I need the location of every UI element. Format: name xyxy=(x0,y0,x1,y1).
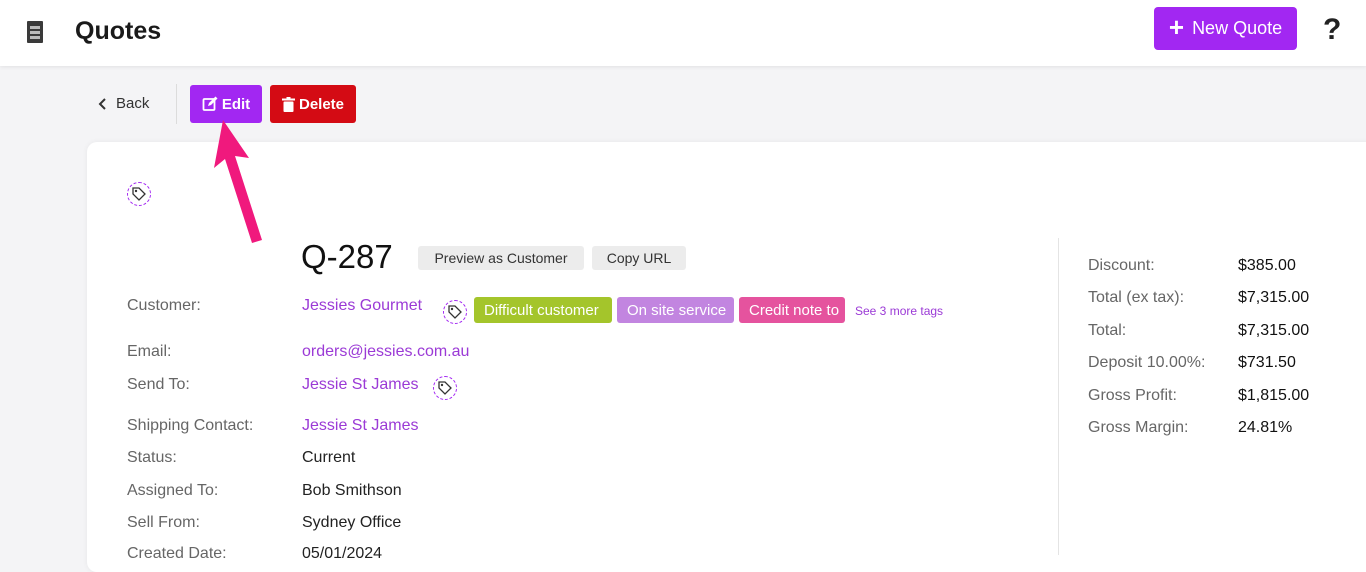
email-link[interactable]: orders@jessies.com.au xyxy=(302,343,469,361)
chevron-left-icon xyxy=(98,97,106,110)
send-to-label: Send To: xyxy=(127,376,190,393)
assigned-to-value: Bob Smithson xyxy=(302,482,402,499)
plus-icon: + xyxy=(1168,12,1185,42)
assigned-to-label: Assigned To: xyxy=(127,482,219,499)
new-quote-button[interactable]: + New Quote xyxy=(1154,7,1297,50)
shipping-contact-link[interactable]: Jessie St James xyxy=(302,417,418,435)
see-more-tags-link[interactable]: See 3 more tags xyxy=(855,304,943,318)
annotation-arrow-icon xyxy=(214,120,262,243)
toolbar-divider xyxy=(176,84,177,124)
total-label: Total: xyxy=(1088,322,1127,339)
back-button[interactable]: Back xyxy=(98,95,149,112)
discount-label: Discount: xyxy=(1088,257,1155,274)
tag-icon xyxy=(448,305,462,319)
deposit-value: $731.50 xyxy=(1238,354,1296,371)
discount-value: $385.00 xyxy=(1238,257,1296,274)
customer-label: Customer: xyxy=(127,297,201,314)
document-icon xyxy=(27,21,43,43)
trash-icon xyxy=(281,96,295,112)
send-to-tag-icon[interactable] xyxy=(433,376,457,400)
tag-icon xyxy=(438,381,452,395)
delete-button[interactable]: Delete xyxy=(270,85,356,123)
status-value: Current xyxy=(302,449,356,466)
help-icon[interactable]: ? xyxy=(1323,13,1341,47)
shipping-contact-label: Shipping Contact: xyxy=(127,417,254,434)
customer-link[interactable]: Jessies Gourmet xyxy=(302,297,422,315)
gross-profit-value: $1,815.00 xyxy=(1238,387,1310,404)
page-title: Quotes xyxy=(75,17,162,45)
edit-label: Edit xyxy=(221,95,251,113)
back-label: Back xyxy=(116,95,150,112)
total-ex-tax-value: $7,315.00 xyxy=(1238,289,1310,306)
tag-difficult-customer[interactable]: Difficult customer xyxy=(474,297,612,323)
tag-credit-note[interactable]: Credit note to xyxy=(739,297,845,323)
preview-as-customer-button[interactable]: Preview as Customer xyxy=(418,246,584,270)
total-ex-tax-label: Total (ex tax): xyxy=(1088,289,1185,306)
add-tag-icon[interactable] xyxy=(127,182,151,206)
new-quote-label: New Quote xyxy=(1192,18,1283,38)
tag-icon xyxy=(132,187,146,201)
gross-profit-label: Gross Profit: xyxy=(1088,387,1177,404)
customer-tag-icon[interactable] xyxy=(443,300,467,324)
created-date-label: Created Date: xyxy=(127,545,227,562)
delete-label: Delete xyxy=(298,95,345,113)
card-divider xyxy=(1058,238,1059,555)
top-bar: Quotes + New Quote ? xyxy=(0,0,1366,66)
copy-url-button[interactable]: Copy URL xyxy=(592,246,686,270)
tag-on-site-service[interactable]: On site service xyxy=(617,297,734,323)
quote-number: Q-287 xyxy=(301,238,393,275)
sell-from-value: Sydney Office xyxy=(302,514,402,531)
send-to-link[interactable]: Jessie St James xyxy=(302,376,418,394)
gross-margin-value: 24.81% xyxy=(1238,419,1293,436)
gross-margin-label: Gross Margin: xyxy=(1088,419,1189,436)
edit-icon xyxy=(202,96,218,111)
email-label: Email: xyxy=(127,343,172,360)
deposit-label: Deposit 10.00%: xyxy=(1088,354,1206,371)
status-label: Status: xyxy=(127,449,177,466)
sell-from-label: Sell From: xyxy=(127,514,200,531)
total-value: $7,315.00 xyxy=(1238,322,1310,339)
created-date-value: 05/01/2024 xyxy=(302,545,383,562)
